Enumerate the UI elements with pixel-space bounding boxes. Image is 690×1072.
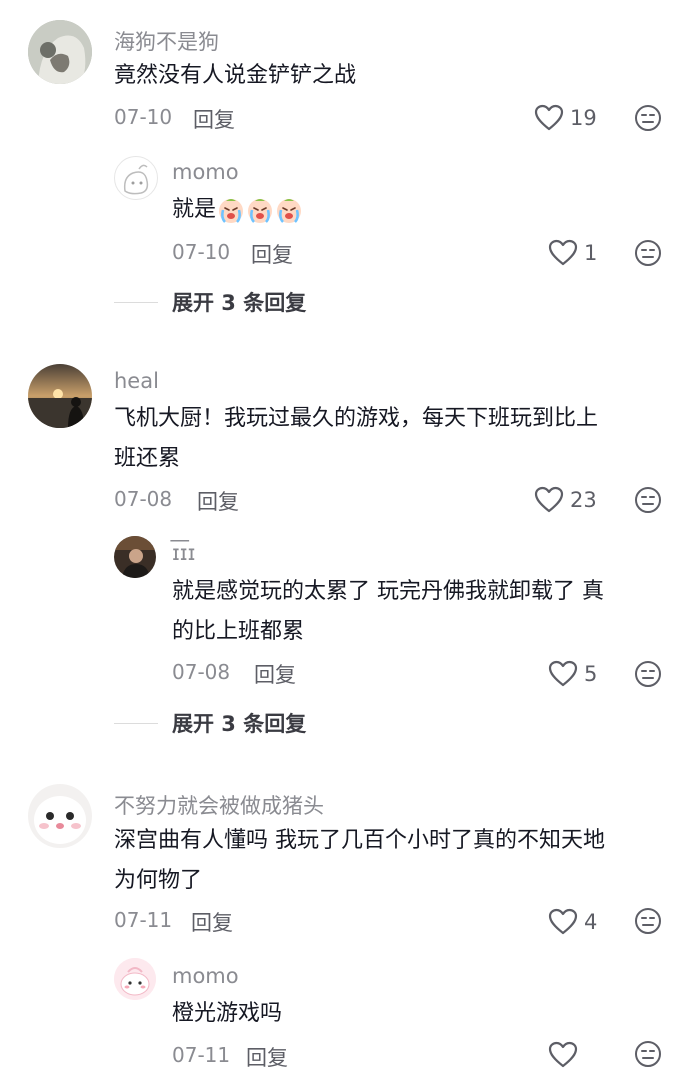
avatar[interactable] (28, 20, 92, 84)
comment-text-line: 深宫曲有人懂吗 我玩了几百个小时了真的不知天地 (114, 828, 605, 853)
neutral-face-icon[interactable] (634, 239, 662, 267)
comment-text-line: 竟然没有人说金铲铲之战 (114, 63, 357, 88)
neutral-face-icon[interactable] (634, 660, 662, 688)
reply-text: 就是 (172, 190, 303, 230)
heart-outline-icon (548, 908, 578, 935)
reply-button[interactable]: 回复 (191, 907, 233, 937)
commenter-name[interactable]: heal (114, 369, 159, 393)
replier-name[interactable]: momo (172, 160, 239, 184)
heart-outline-icon (548, 1041, 578, 1068)
like-count: 19 (570, 105, 597, 130)
neutral-face-icon[interactable] (634, 1040, 662, 1068)
neutral-face-icon[interactable] (634, 486, 662, 514)
comment-text-line: 飞机大厨！我玩过最久的游戏，每天下班玩到比上 (114, 406, 599, 431)
like-count: 5 (584, 661, 598, 686)
crying-face-emoji (246, 196, 274, 224)
like-button[interactable]: 1 (548, 239, 597, 266)
comment-text: 飞机大厨！我玩过最久的游戏，每天下班玩到比上 班还累 (114, 399, 598, 479)
reply-button[interactable]: 回复 (254, 659, 296, 689)
comment-text-line: 为何物了 (114, 868, 203, 893)
avatar[interactable] (28, 364, 92, 428)
like-count: 4 (584, 909, 598, 934)
expand-replies[interactable]: 展开 3 条回复 (114, 287, 306, 317)
commenter-name[interactable]: 海狗不是狗 (114, 26, 219, 56)
divider-line (114, 301, 158, 303)
expand-replies-label: 展开 3 条回复 (172, 291, 307, 315)
replier-name[interactable]: momo (172, 964, 239, 988)
avatar[interactable] (114, 156, 158, 200)
like-button[interactable]: 4 (548, 908, 597, 935)
avatar[interactable] (28, 784, 92, 848)
reply-text: 就是感觉玩的太累了 玩完丹佛我就卸载了 真 的比上班都累 (172, 572, 604, 652)
commenter-name[interactable]: 不努力就会被做成猪头 (114, 790, 324, 820)
crying-face-emoji (217, 196, 245, 224)
replier-name[interactable]: ɪ͞ɪɪ (172, 541, 195, 565)
like-button[interactable]: 23 (534, 486, 597, 513)
reply-button[interactable]: 回复 (251, 239, 293, 269)
like-button[interactable] (548, 1041, 584, 1068)
like-count: 23 (570, 487, 597, 512)
heart-outline-icon (548, 660, 578, 687)
comment-text: 深宫曲有人懂吗 我玩了几百个小时了真的不知天地 为何物了 (114, 821, 605, 901)
crying-face-emoji (275, 196, 303, 224)
comment-text-line: 班还累 (114, 446, 181, 471)
like-button[interactable]: 5 (548, 660, 597, 687)
reply-date: 07-11 (172, 1043, 231, 1067)
reply-text: 橙光游戏吗 (172, 994, 282, 1034)
expand-replies[interactable]: 展开 3 条回复 (114, 708, 306, 738)
reply-button[interactable]: 回复 (193, 104, 235, 134)
comment-text: 竟然没有人说金铲铲之战 (114, 56, 356, 96)
reply-text-line: 橙光游戏吗 (172, 1001, 283, 1026)
reply-text-line: 的比上班都累 (172, 619, 305, 644)
avatar[interactable] (114, 536, 156, 578)
heart-outline-icon (534, 104, 564, 131)
heart-outline-icon (534, 486, 564, 513)
divider-line (114, 722, 158, 724)
reply-text-line: 就是 (172, 197, 217, 222)
expand-replies-label: 展开 3 条回复 (172, 712, 307, 736)
neutral-face-icon[interactable] (634, 907, 662, 935)
neutral-face-icon[interactable] (634, 104, 662, 132)
reply-button[interactable]: 回复 (197, 486, 239, 516)
comment-date: 07-10 (114, 105, 173, 129)
heart-outline-icon (548, 239, 578, 266)
comment-date: 07-08 (114, 487, 173, 511)
reply-text-line: 就是感觉玩的太累了 玩完丹佛我就卸载了 真 (172, 579, 604, 604)
like-button[interactable]: 19 (534, 104, 597, 131)
like-count: 1 (584, 240, 598, 265)
reply-date: 07-10 (172, 240, 231, 264)
avatar[interactable] (114, 958, 156, 1000)
comment-date: 07-11 (114, 908, 173, 932)
reply-date: 07-08 (172, 660, 231, 684)
